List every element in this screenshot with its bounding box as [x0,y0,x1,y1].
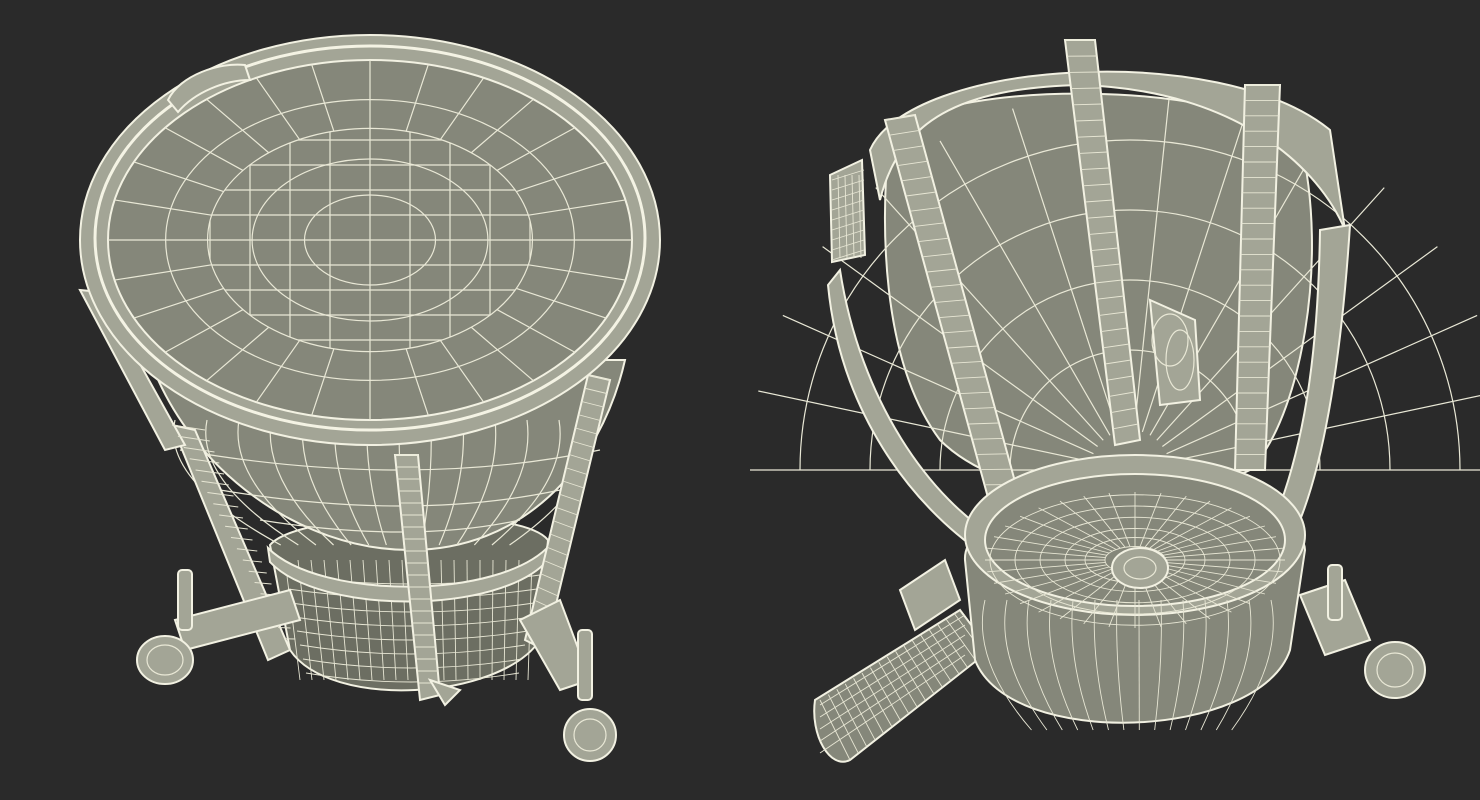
render-canvas [0,0,1480,800]
timpani-top-view [78,34,661,762]
caster-wheel-left [136,569,194,685]
timpani-base-underside [963,454,1307,731]
tuning-gauge-box [828,158,867,264]
wireframe-render [78,34,1480,763]
timpani-pedal [813,558,992,763]
timpani-drum-head [107,59,633,421]
caster-wheel-right-view [1298,564,1426,699]
timpani-bottom-view [750,39,1480,763]
